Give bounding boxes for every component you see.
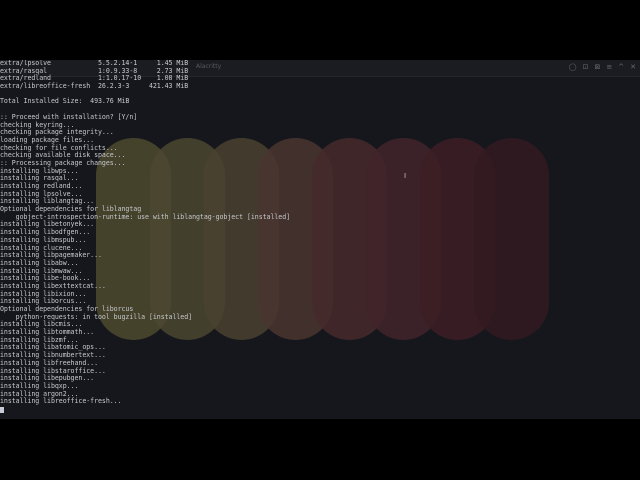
terminal-line: checking package integrity... [0, 128, 114, 137]
terminal-line: installing libstaroffice... [0, 366, 106, 375]
terminal-line: installing libwps... [0, 166, 79, 175]
terminal-line: :: Processing package changes... [0, 158, 126, 167]
terminal-line: python-requests: in tool bugzilla [insta… [0, 312, 193, 321]
terminal-line: :: Proceed with installation? [Y/n] [0, 112, 138, 121]
terminal-window: Alacritty ◯ ⊡ ⊠ ≡ ^ ✕ extra/lpsolve 5.5.2.14-… [0, 60, 640, 419]
terminal-output[interactable]: extra/lpsolve 5.5.2.14-1 1.45 MiB extra/r… [0, 60, 640, 419]
text-cursor-icon: I [404, 172, 407, 180]
terminal-line: installing libodfgen... [0, 228, 91, 237]
terminal-line: installing libmspub... [0, 235, 87, 244]
terminal-line: installing libetonyek... [0, 220, 95, 229]
terminal-line: gobject-introspection-runtime: use with … [0, 212, 291, 221]
terminal-line: installing libreoffice-fresh... [0, 397, 122, 406]
terminal-line: installing libabw... [0, 258, 79, 267]
terminal-line: installing libixion... [0, 289, 87, 298]
terminal-line: installing rasqal... [0, 174, 79, 183]
terminal-line: installing libtommath... [0, 328, 95, 337]
terminal-cursor [0, 407, 4, 413]
terminal-line: installing libmwaw... [0, 266, 83, 275]
terminal-line: Total Installed Size: 493.76 MiB [0, 97, 130, 106]
terminal-line: installing libcmis... [0, 320, 83, 329]
terminal-line: installing libpagemaker... [0, 251, 102, 260]
terminal-line: extra/libreoffice-fresh 26.2.3-3 421.43 … [0, 82, 189, 91]
terminal-line: installing redland... [0, 182, 83, 190]
terminal-line: installing libexttextcat... [0, 281, 106, 290]
terminal-line: installing libqxp... [0, 381, 79, 390]
terminal-lines: extra/lpsolve 5.5.2.14-1 1.45 MiB extra/r… [0, 60, 640, 406]
terminal-line: installing lpsolve... [0, 189, 83, 198]
terminal-line: installing libepubgen... [0, 374, 95, 383]
